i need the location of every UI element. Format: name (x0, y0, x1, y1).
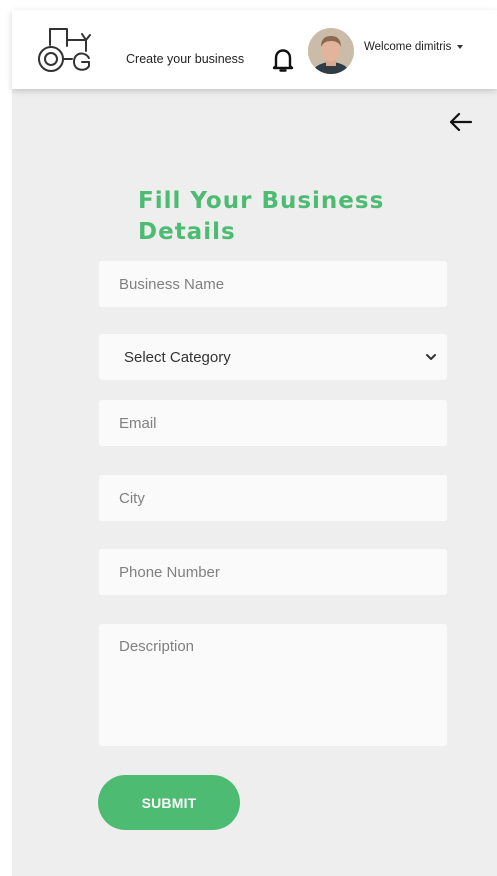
chevron-down-icon (426, 354, 436, 360)
business-name-field[interactable] (99, 261, 447, 307)
page-frame: Create your business Welcome dimitris Fi… (12, 10, 497, 876)
avatar-image (308, 28, 354, 74)
arrow-left-icon[interactable] (448, 111, 474, 133)
category-select[interactable]: Select Category (99, 334, 447, 380)
navbar: Create your business Welcome dimitris (12, 10, 497, 89)
avatar[interactable] (308, 28, 354, 74)
description-field[interactable] (99, 624, 447, 746)
phone-number-field[interactable] (99, 549, 447, 595)
bell-icon[interactable] (271, 47, 295, 73)
city-field[interactable] (99, 475, 447, 521)
submit-button[interactable]: SUBMIT (98, 775, 240, 830)
user-menu-dropdown[interactable]: Welcome dimitris (364, 41, 464, 53)
tractor-logo-icon[interactable] (36, 26, 96, 76)
user-greeting: Welcome dimitris (364, 41, 452, 53)
create-business-link[interactable]: Create your business (126, 52, 244, 66)
category-select-label: Select Category (124, 348, 231, 366)
form-title: Fill Your Business Details (138, 188, 385, 245)
email-field[interactable] (99, 400, 447, 446)
caret-down-icon (457, 45, 464, 49)
